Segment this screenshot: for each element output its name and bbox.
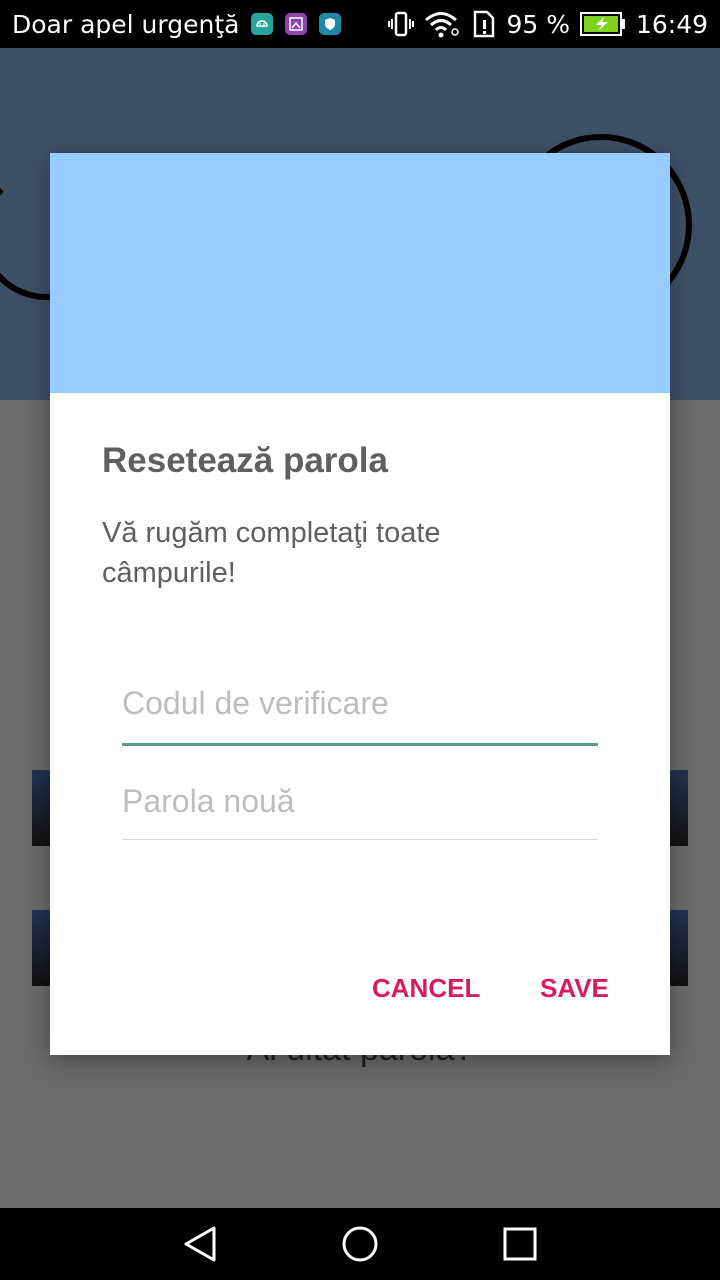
cancel-button[interactable]: CANCEL [372,973,480,1004]
home-icon[interactable] [340,1224,380,1264]
shield-icon [319,13,342,35]
carrier-text: Doar apel urgenţă [12,9,240,39]
battery-percent: 95 % [506,9,570,39]
dialog-message: Vă rugăm completaţi toate câmpurile! [102,517,441,589]
vibrate-icon [388,10,415,38]
status-bar: Doar apel urgenţă 95 % 16:49 [0,0,720,48]
sim-icon [472,10,496,38]
battery-icon [579,11,626,37]
back-icon[interactable] [180,1224,220,1264]
clock: 16:49 [635,9,708,39]
verification-code-input[interactable] [122,673,598,733]
dialog-banner [50,153,670,393]
new-password-underline [122,839,598,840]
reset-password-dialog: Resetează parola Vă rugăm completaţi toa… [50,153,670,1055]
new-password-input[interactable] [122,771,598,831]
gallery-icon [285,13,308,35]
android-icon [251,13,274,35]
verification-code-underline [122,743,598,746]
wifi-icon [424,10,462,38]
navigation-bar [0,1208,720,1280]
save-button[interactable]: SAVE [540,973,609,1004]
recents-icon[interactable] [500,1224,540,1264]
dialog-title: Resetează parola [102,441,388,480]
